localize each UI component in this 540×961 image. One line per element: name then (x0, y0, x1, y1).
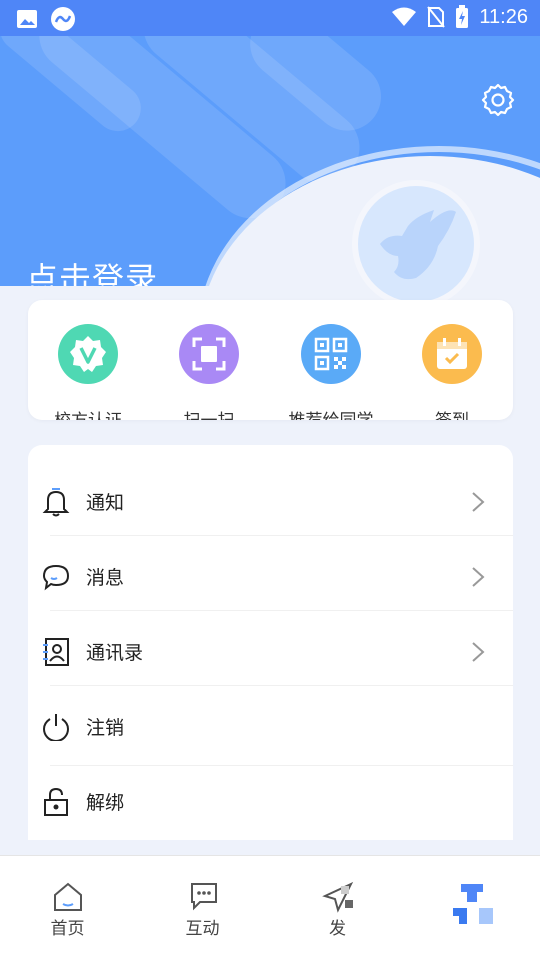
settings-menu: 通知 消息 通讯录 注销 解绑 (28, 445, 513, 840)
tab-label: 发 (329, 919, 346, 939)
menu-item-label: 注销 (86, 717, 125, 739)
tab-publish[interactable]: 发 (270, 856, 405, 961)
scan-icon (192, 337, 226, 371)
wifi-icon (392, 7, 417, 26)
quick-action-checkin[interactable]: 签到 (392, 324, 512, 420)
battery-charging-icon (456, 5, 469, 28)
tab-mine[interactable] (405, 856, 540, 961)
power-icon (42, 713, 70, 741)
tab-home[interactable]: 首页 (0, 856, 135, 961)
verified-v-icon (70, 336, 106, 372)
chevron-right-icon (472, 642, 485, 662)
quick-action-label: 推荐给同学 (271, 406, 391, 420)
bird-avatar-icon (380, 210, 456, 280)
menu-item-contacts[interactable]: 通讯录 (28, 614, 513, 689)
chevron-right-icon (472, 567, 485, 587)
quick-action-label: 签到 (392, 406, 512, 420)
menu-item-notifications[interactable]: 通知 (28, 464, 513, 539)
unlock-icon (44, 787, 68, 816)
avatar[interactable] (358, 186, 474, 302)
menu-item-label: 消息 (86, 567, 125, 589)
clock: 11:26 (479, 5, 528, 28)
menu-item-label: 通讯录 (86, 642, 144, 664)
chevron-right-icon (472, 492, 485, 512)
contacts-icon (43, 637, 69, 666)
quick-action-recommend[interactable]: 推荐给同学 (271, 324, 391, 420)
quick-actions-card: 校方认证 扫一扫 推荐给同学 签到 (28, 300, 513, 420)
bell-icon (42, 487, 70, 516)
quick-action-label: 校方认证 (28, 406, 148, 420)
menu-item-label: 通知 (86, 492, 125, 514)
login-prompt[interactable]: 点击登录 (26, 254, 158, 286)
home-icon (53, 882, 82, 911)
image-icon (17, 10, 37, 28)
quick-action-label: 扫一扫 (149, 406, 269, 420)
no-sim-icon (427, 6, 446, 28)
app-notification-icon (51, 7, 75, 31)
settings-gear-icon[interactable] (480, 82, 516, 118)
bottom-tab-bar: 首页 互动 发 (0, 855, 540, 961)
menu-item-messages[interactable]: 消息 (28, 539, 513, 614)
tab-label: 首页 (50, 919, 85, 939)
chat-icon (190, 883, 217, 911)
chat-bubble-icon (42, 564, 70, 590)
calendar-check-icon (437, 338, 467, 369)
mine-icon (452, 884, 493, 924)
qrcode-icon (314, 337, 348, 371)
menu-item-label: 解绑 (86, 792, 125, 814)
tab-label: 互动 (185, 919, 220, 939)
menu-item-logout[interactable]: 注销 (28, 689, 513, 764)
quick-action-scan[interactable]: 扫一扫 (149, 324, 269, 420)
quick-action-verify[interactable]: 校方认证 (28, 324, 148, 420)
tab-interaction[interactable]: 互动 (135, 856, 270, 961)
status-bar: 11:26 (0, 0, 540, 36)
menu-item-unbind[interactable]: 解绑 (28, 764, 513, 839)
send-icon (321, 881, 353, 913)
